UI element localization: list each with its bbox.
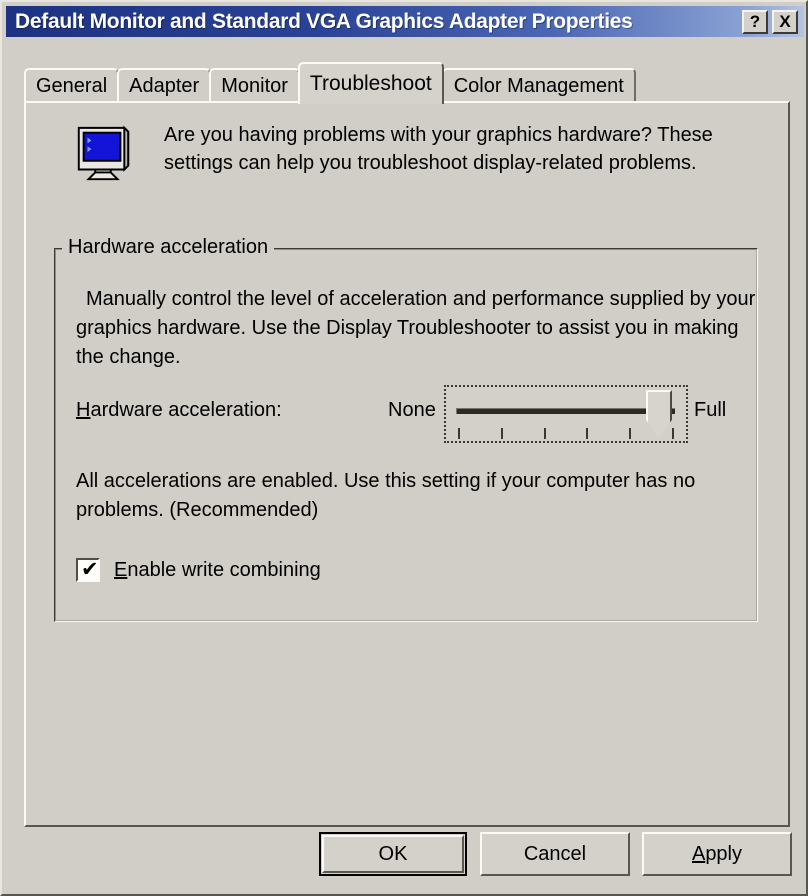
slider-max-label: Full [694,399,727,421]
slider-track[interactable] [456,408,675,414]
slider-min-label: None [388,399,436,421]
properties-dialog: Default Monitor and Standard VGA Graphic… [0,0,808,896]
apply-accelerator: A [691,842,706,865]
slider-tick [544,428,546,439]
slider-tick [458,428,460,439]
slider-label-text: ardware acceleration: [90,399,282,421]
tab-troubleshoot[interactable]: Troubleshoot [297,62,444,104]
hardware-acceleration-description: Manually control the level of accelerati… [76,288,756,368]
tab-color-management[interactable]: Color Management [441,68,636,102]
enable-write-combining-checkbox[interactable]: ✔ [76,558,100,582]
intro-text: Are you having problems with your graphi… [164,124,713,174]
troubleshoot-panel: Are you having problems with your graphi… [24,101,790,827]
close-button[interactable]: X [772,9,798,34]
slider-tick [501,428,503,439]
enable-write-combining-row[interactable]: ✔ Enable write combining [76,558,321,582]
enable-write-combining-label: Enable write combining [114,559,321,582]
apply-label-text: pply [705,842,743,865]
checkbox-label-accelerator: E [114,558,128,581]
tab-adapter[interactable]: Adapter [117,68,212,102]
slider-label: Hardware acceleration: [76,399,282,422]
slider-tick [586,428,588,439]
cancel-button[interactable]: Cancel [480,832,630,876]
hardware-acceleration-slider-row: Hardware acceleration: None Full [76,385,766,447]
tab-general[interactable]: General [24,68,120,102]
hardware-acceleration-legend: Hardware acceleration [62,236,275,259]
tab-strip: General Adapter Monitor Troubleshoot Col… [24,62,790,104]
title-bar[interactable]: Default Monitor and Standard VGA Graphic… [6,6,804,37]
slider-ticks [458,428,674,439]
slider-label-accelerator: H [76,399,91,421]
title-bar-buttons: ? X [742,9,804,34]
window-title: Default Monitor and Standard VGA Graphic… [15,9,633,33]
slider-tick [629,428,631,439]
apply-button[interactable]: Apply [642,832,792,876]
checkbox-label-text: nable write combining [127,558,321,581]
help-button[interactable]: ? [742,9,768,34]
slider-tick [672,428,674,439]
ok-button[interactable]: OK [319,832,467,876]
hardware-acceleration-slider[interactable] [444,385,688,443]
monitor-icon [77,125,130,181]
intro-section: Are you having problems with your graphi… [46,119,776,185]
acceleration-status-text: All accelerations are enabled. Use this … [76,470,696,521]
tab-monitor[interactable]: Monitor [209,68,300,102]
ok-button-inner: OK [322,835,464,873]
checkmark-icon: ✔ [81,558,99,581]
